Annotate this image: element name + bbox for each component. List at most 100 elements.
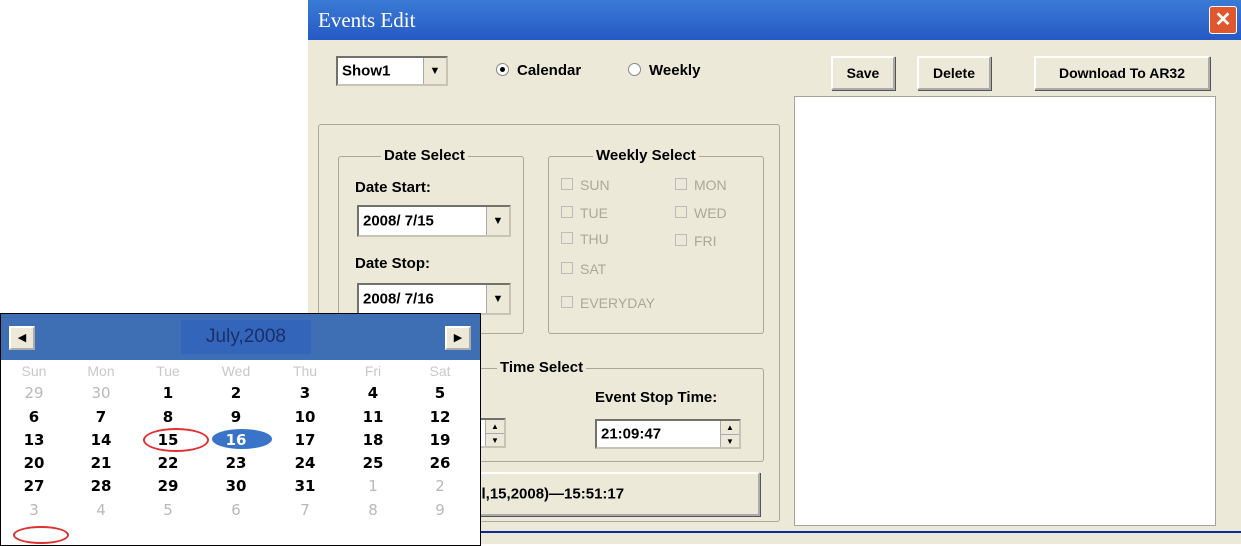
- calendar-day[interactable]: 13: [11, 431, 57, 449]
- radio-weekly-label: Weekly: [649, 62, 701, 79]
- calendar-day[interactable]: 30: [78, 384, 124, 402]
- event-summary-button[interactable]: Jul,15,2008)—15:51:17: [458, 472, 760, 516]
- chevron-down-icon[interactable]: ▼: [423, 58, 446, 84]
- calendar-day[interactable]: 30: [213, 477, 259, 495]
- event-stop-time-value: 21:09:47: [601, 425, 662, 443]
- spin-up-icon[interactable]: ▲: [721, 421, 739, 435]
- calendar-day[interactable]: 8: [350, 501, 396, 519]
- checkbox-fri-label: FRI: [694, 233, 717, 249]
- calendar-day[interactable]: 6: [213, 501, 259, 519]
- date-stop-label: Date Stop:: [355, 255, 430, 272]
- calendar-day[interactable]: 23: [213, 454, 259, 472]
- chevron-down-icon[interactable]: ▼: [486, 285, 509, 313]
- chevron-right-icon: ▶: [453, 332, 463, 344]
- calendar-day[interactable]: 1: [350, 477, 396, 495]
- close-icon: ✕: [1214, 9, 1232, 31]
- calendar-day[interactable]: 25: [350, 454, 396, 472]
- checkbox-mon[interactable]: MON: [675, 177, 727, 193]
- calendar-day[interactable]: 24: [282, 454, 328, 472]
- calendar-day[interactable]: 14: [78, 431, 124, 449]
- calendar-day[interactable]: 8: [145, 408, 191, 426]
- annotation-circle: [13, 526, 69, 544]
- date-start-picker[interactable]: 2008/ 7/15 ▼: [357, 205, 511, 237]
- calendar-day[interactable]: 3: [11, 501, 57, 519]
- checkbox-tue-label: TUE: [580, 205, 608, 221]
- chevron-down-icon[interactable]: ▼: [486, 207, 509, 235]
- weekday-label: Sun: [21, 363, 47, 379]
- event-start-time-spinner[interactable]: ▲ ▼: [478, 418, 506, 448]
- event-summary-text: Jul,15,2008)—15:51:17: [464, 485, 625, 503]
- calendar-day[interactable]: 16: [213, 431, 259, 449]
- calendar-day[interactable]: 12: [417, 408, 463, 426]
- calendar-day[interactable]: 20: [11, 454, 57, 472]
- checkbox-wed-label: WED: [694, 205, 727, 221]
- show-select-value: Show1: [342, 62, 391, 80]
- calendar-day[interactable]: 31: [282, 477, 328, 495]
- calendar-day[interactable]: 26: [417, 454, 463, 472]
- spin-up-icon[interactable]: ▲: [486, 420, 504, 434]
- weekday-label: Thu: [292, 363, 318, 379]
- calendar-day[interactable]: 5: [417, 384, 463, 402]
- calendar-day[interactable]: 22: [145, 454, 191, 472]
- time-spinner[interactable]: ▲ ▼: [720, 421, 739, 447]
- radio-calendar-dot[interactable]: [496, 63, 509, 76]
- month-title[interactable]: July,2008: [181, 320, 311, 354]
- calendar-day[interactable]: 3: [282, 384, 328, 402]
- save-button[interactable]: Save: [831, 56, 895, 90]
- date-stop-value: 2008/ 7/16: [363, 290, 434, 308]
- calendar-day[interactable]: 4: [78, 501, 124, 519]
- checkbox-sun-label: SUN: [580, 177, 610, 193]
- checkbox-thu[interactable]: THU: [561, 231, 609, 247]
- download-label: Download To AR32: [1059, 65, 1185, 81]
- calendar-day[interactable]: 28: [78, 477, 124, 495]
- weekday-label: Fri: [364, 363, 382, 379]
- date-start-label: Date Start:: [355, 179, 431, 196]
- weekday-label: Tue: [156, 363, 180, 379]
- spin-down-icon[interactable]: ▼: [721, 435, 739, 448]
- calendar-day[interactable]: 19: [417, 431, 463, 449]
- calendar-day[interactable]: 17: [282, 431, 328, 449]
- title-bar[interactable]: Events Edit ✕: [308, 0, 1241, 40]
- calendar-day[interactable]: 7: [78, 408, 124, 426]
- calendar-day[interactable]: 21: [78, 454, 124, 472]
- delete-button[interactable]: Delete: [917, 56, 991, 90]
- checkbox-wed[interactable]: WED: [675, 205, 727, 221]
- checkbox-everyday[interactable]: EVERYDAY: [561, 295, 655, 311]
- event-stop-time-field[interactable]: 21:09:47 ▲ ▼: [595, 419, 741, 449]
- close-button[interactable]: ✕: [1209, 6, 1237, 34]
- prev-month-button[interactable]: ◀: [9, 326, 35, 350]
- annotation-circle: [143, 428, 209, 452]
- calendar-day[interactable]: 2: [417, 477, 463, 495]
- date-start-value: 2008/ 7/15: [363, 212, 434, 230]
- radio-calendar[interactable]: Calendar: [496, 62, 581, 79]
- checkbox-fri[interactable]: FRI: [675, 233, 717, 249]
- next-month-button[interactable]: ▶: [445, 326, 471, 350]
- calendar-day[interactable]: 10: [282, 408, 328, 426]
- calendar-day[interactable]: 29: [11, 384, 57, 402]
- window-title: Events Edit: [318, 8, 416, 32]
- calendar-day[interactable]: 29: [145, 477, 191, 495]
- radio-weekly-dot[interactable]: [628, 63, 641, 76]
- radio-weekly[interactable]: Weekly: [628, 62, 700, 79]
- checkbox-tue[interactable]: TUE: [561, 205, 608, 221]
- calendar-day[interactable]: 4: [350, 384, 396, 402]
- date-stop-picker[interactable]: 2008/ 7/16 ▼: [357, 283, 511, 315]
- calendar-day[interactable]: 9: [417, 501, 463, 519]
- calendar-day[interactable]: 5: [145, 501, 191, 519]
- show-select[interactable]: Show1 ▼: [336, 56, 448, 86]
- calendar-day[interactable]: 27: [11, 477, 57, 495]
- checkbox-sat[interactable]: SAT: [561, 261, 606, 277]
- calendar-day[interactable]: 6: [11, 408, 57, 426]
- calendar-day[interactable]: 11: [350, 408, 396, 426]
- time-spinner[interactable]: ▲ ▼: [485, 420, 504, 446]
- checkbox-sun[interactable]: SUN: [561, 177, 610, 193]
- calendar-day[interactable]: 2: [213, 384, 259, 402]
- download-button[interactable]: Download To AR32: [1034, 56, 1210, 90]
- calendar-day[interactable]: 18: [350, 431, 396, 449]
- spin-down-icon[interactable]: ▼: [486, 434, 504, 447]
- calendar-day[interactable]: 9: [213, 408, 259, 426]
- time-select-title: Time Select: [497, 359, 587, 376]
- calendar-day[interactable]: 1: [145, 384, 191, 402]
- calendar-day[interactable]: 7: [282, 501, 328, 519]
- events-list[interactable]: [794, 96, 1216, 526]
